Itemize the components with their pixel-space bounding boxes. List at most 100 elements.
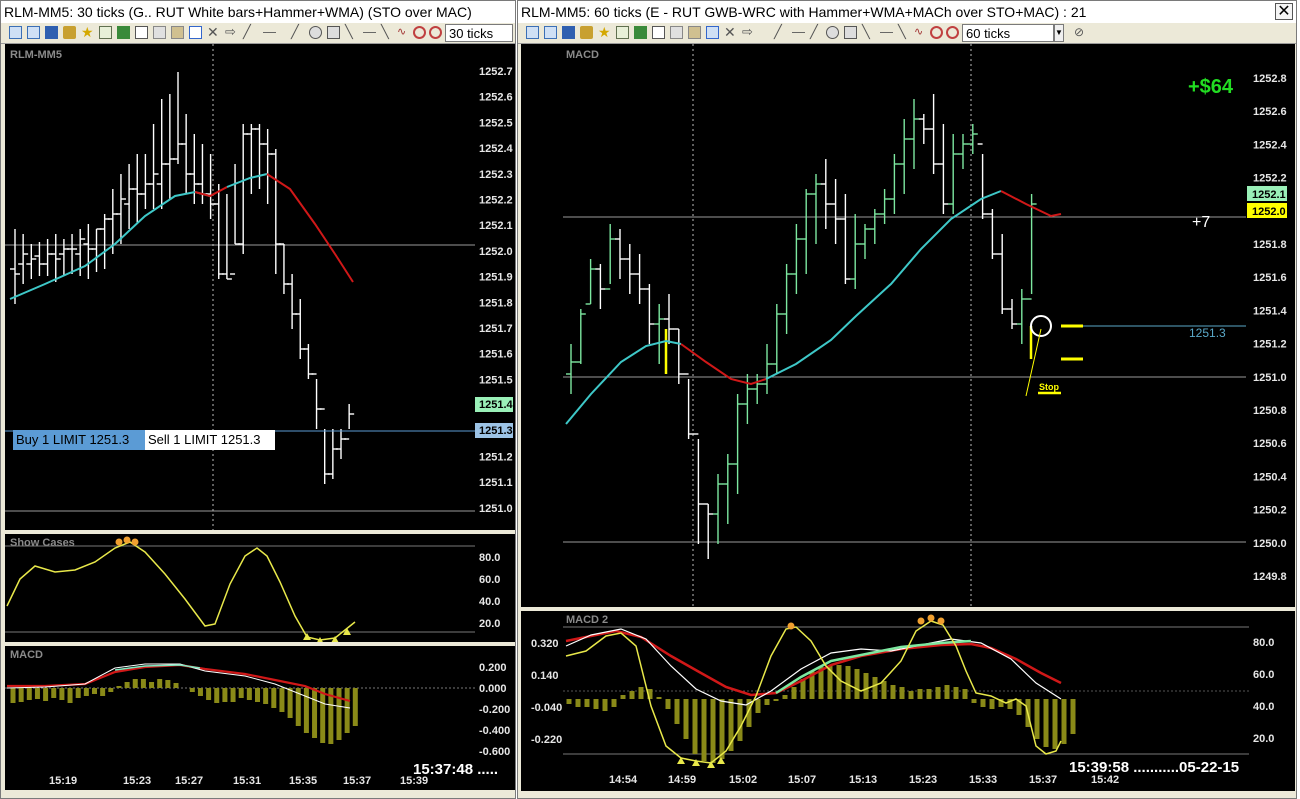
paste-icon[interactable] xyxy=(688,26,701,39)
ray-icon[interactable]: — xyxy=(363,25,376,39)
select-icon[interactable] xyxy=(27,26,40,39)
ray-icon[interactable]: — xyxy=(792,25,805,39)
line-icon[interactable]: ╲ xyxy=(898,25,911,39)
rectangle-icon[interactable] xyxy=(327,26,340,39)
y-tick-label: 1252.7 xyxy=(479,66,513,78)
macd-histogram-bar xyxy=(59,688,65,700)
macd-histogram-bar xyxy=(124,682,130,688)
macd-histogram-bar xyxy=(312,688,318,738)
ellipse-icon[interactable] xyxy=(826,26,839,39)
arrow-icon[interactable]: ⇨ xyxy=(742,25,755,39)
histogram-bar xyxy=(1043,699,1049,747)
wma-line-rising xyxy=(765,190,1002,380)
copy-icon[interactable] xyxy=(153,26,166,39)
favorite-icon[interactable]: ★ xyxy=(598,25,611,39)
window-close-button[interactable]: ✕ xyxy=(1275,3,1293,20)
macd-histogram-bar xyxy=(26,688,32,700)
macd-histogram-bar xyxy=(140,679,146,688)
save-icon[interactable] xyxy=(562,26,575,39)
y-tick-label: 1252.1 xyxy=(479,220,513,232)
histogram-bar xyxy=(917,689,923,699)
indicator-icon[interactable]: ∿ xyxy=(397,26,410,39)
line-icon[interactable]: ╱ xyxy=(291,25,304,39)
print-icon[interactable] xyxy=(135,26,148,39)
macd-histogram-bar xyxy=(173,683,179,688)
histogram-bar xyxy=(656,697,662,699)
ray-icon[interactable]: — xyxy=(880,25,893,39)
overbought-marker xyxy=(787,622,795,630)
line-icon[interactable]: ╱ xyxy=(774,25,787,39)
indicator-icon[interactable] xyxy=(634,26,647,39)
histogram-bar xyxy=(683,699,689,739)
close-icon[interactable]: ✕ xyxy=(724,25,737,39)
y-tick-label: 1252.8 xyxy=(1253,73,1287,85)
y-tick-label: 1251.2 xyxy=(479,452,513,464)
drawing-tools-icon[interactable] xyxy=(63,26,76,39)
data-window-icon[interactable] xyxy=(99,26,112,39)
zoom-in-icon[interactable] xyxy=(930,26,943,39)
macd-histogram-bar xyxy=(43,688,49,701)
left-toolbar: ★ ✕ ⇨ ╱ — ╱ ╲ — ╲ ∿ 30 ticks xyxy=(1,23,515,44)
select-icon[interactable] xyxy=(544,26,557,39)
copy-icon[interactable] xyxy=(670,26,683,39)
panel-label: MACD xyxy=(10,649,43,661)
y-tick-label: 1251.2 xyxy=(1253,339,1287,351)
x-tick-label: 15:33 xyxy=(969,774,997,786)
close-icon[interactable]: ✕ xyxy=(207,25,220,39)
histogram-bar xyxy=(575,699,581,707)
right-price-panel[interactable]: MACD 1252.8 1252.6 1252.4 1252.2 1252.0 1251.8… xyxy=(521,44,1295,607)
paste-icon[interactable] xyxy=(171,26,184,39)
zoom-out-icon[interactable] xyxy=(429,26,442,39)
print-icon[interactable] xyxy=(652,26,665,39)
arrow-icon[interactable]: ⇨ xyxy=(225,25,238,39)
macd-histogram-bar xyxy=(271,688,277,708)
right-window-title[interactable]: RLM-MM5: 60 ticks (E - RUT GWB-WRC with … xyxy=(518,1,1296,23)
rectangle-icon[interactable] xyxy=(844,26,857,39)
macd-histogram-bar xyxy=(344,688,350,733)
data-window-icon[interactable] xyxy=(616,26,629,39)
ray-icon[interactable]: — xyxy=(263,25,276,39)
right-lower-panel[interactable]: MACD 2 0.320 0.140 -0.040 -0.220 80.0 60.0 40.0… xyxy=(521,611,1295,791)
overbought-marker xyxy=(927,614,935,622)
grid-icon[interactable] xyxy=(189,26,202,39)
left-macd-panel[interactable]: MACD 0.200 0.000 -0.200 -0.400 -0.600 15:19 15:… xyxy=(5,646,515,790)
macd-histogram-bar xyxy=(100,688,106,696)
line-icon[interactable]: ╱ xyxy=(243,25,256,39)
upper-price-tag-label: 1252.1 xyxy=(1252,189,1286,201)
drawing-tools-icon[interactable] xyxy=(580,26,593,39)
y-tick-label-right: 60.0 xyxy=(1253,669,1274,681)
left-stochastic-panel[interactable]: Show Cases 80.0 60.0 40.0 20.0 xyxy=(5,534,515,642)
indicator-icon[interactable]: ∿ xyxy=(914,26,927,39)
x-tick-label: 15:13 xyxy=(849,774,877,786)
line-icon[interactable]: ╲ xyxy=(381,25,394,39)
left-interval-select[interactable]: 30 ticks xyxy=(445,24,513,42)
histogram-bar xyxy=(872,677,878,699)
ray-icon[interactable]: ╲ xyxy=(862,25,875,39)
macd-histogram-bar xyxy=(165,680,171,688)
grid-icon[interactable] xyxy=(706,26,719,39)
ellipse-icon[interactable] xyxy=(309,26,322,39)
histogram-bar xyxy=(665,699,671,709)
link-icon[interactable]: ⊘ xyxy=(1074,26,1087,39)
save-icon[interactable] xyxy=(45,26,58,39)
indicator-icon[interactable] xyxy=(117,26,130,39)
left-window-title[interactable]: RLM-MM5: 30 ticks (G.. RUT White bars+Ha… xyxy=(1,1,515,23)
buy-order-label: Buy 1 LIMIT 1251.3 xyxy=(16,432,129,447)
cursor-icon[interactable] xyxy=(526,26,539,39)
macd-histogram-bar xyxy=(34,688,40,699)
chevron-down-icon[interactable]: ▼ xyxy=(1054,24,1064,42)
favorite-icon[interactable]: ★ xyxy=(81,25,94,39)
right-interval-select[interactable]: 60 ticks xyxy=(962,24,1054,42)
y-tick-label: 1249.8 xyxy=(1253,571,1287,583)
y-tick-label: 1250.2 xyxy=(1253,505,1287,517)
ray-icon[interactable]: ╲ xyxy=(345,25,358,39)
macd-histogram-bar xyxy=(352,688,358,726)
line-icon[interactable]: ╱ xyxy=(810,25,823,39)
zoom-in-icon[interactable] xyxy=(413,26,426,39)
left-price-panel[interactable]: RLM-MM5 1252.7 1252.6 1252.5 1252.4 1252.3 125… xyxy=(5,44,515,530)
cursor-icon[interactable] xyxy=(9,26,22,39)
histogram-bar xyxy=(782,695,788,699)
y-tick-label: 1252.6 xyxy=(479,92,513,104)
y-tick-label: 1251.5 xyxy=(479,374,513,386)
zoom-out-icon[interactable] xyxy=(946,26,959,39)
